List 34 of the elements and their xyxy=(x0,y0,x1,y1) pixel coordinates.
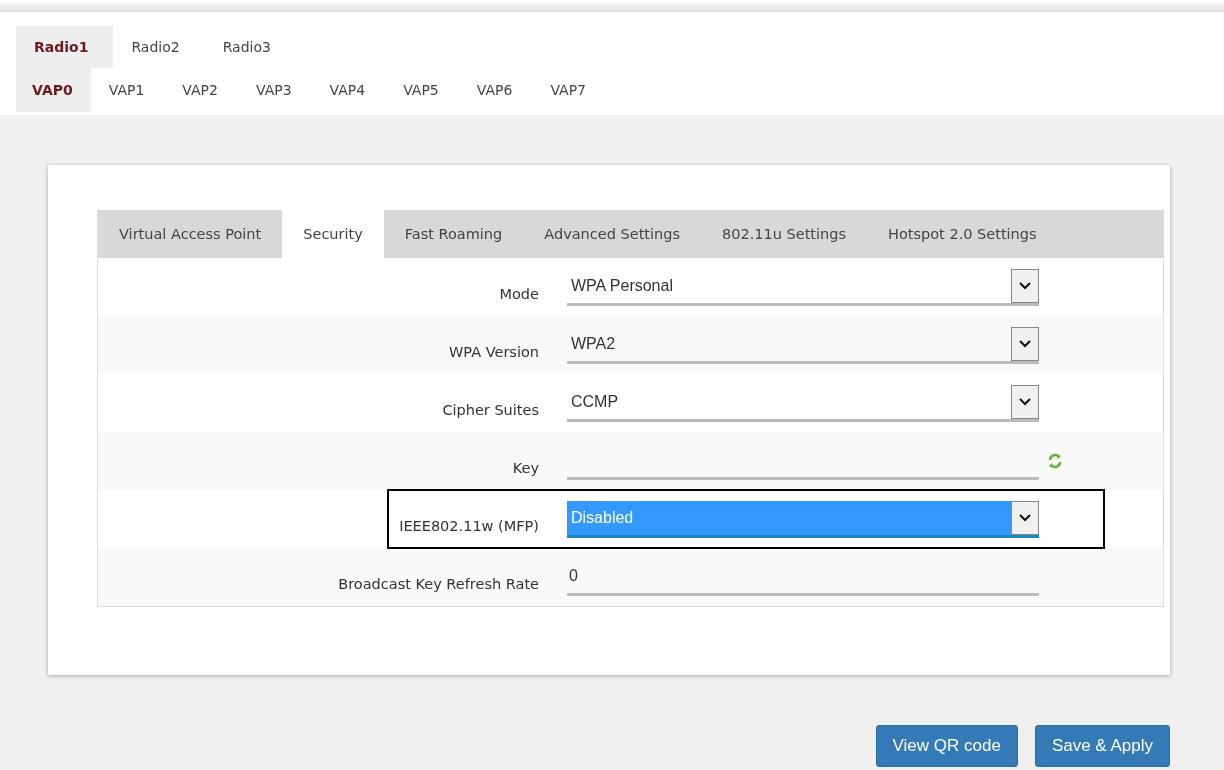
tab[interactable]: VAP1 xyxy=(90,68,165,112)
tab[interactable]: Hotspot 2.0 Settings xyxy=(867,210,1058,258)
dropdown[interactable]: WPA2 xyxy=(567,326,1039,364)
refresh-icon[interactable] xyxy=(1047,452,1063,470)
field-label: WPA Version xyxy=(448,343,540,360)
tab[interactable]: Advanced Settings xyxy=(523,210,701,258)
tab[interactable]: Security xyxy=(282,210,384,258)
tab[interactable]: Radio1 xyxy=(16,26,114,68)
tab[interactable]: Radio2 xyxy=(113,26,205,68)
tab[interactable]: VAP6 xyxy=(458,68,533,112)
field-label: Mode xyxy=(498,285,540,302)
tab[interactable]: VAP5 xyxy=(385,68,459,112)
chevron-down-icon xyxy=(1011,326,1039,361)
field-label: Key xyxy=(511,459,540,476)
action-button[interactable]: View QR code xyxy=(875,725,1018,767)
chevron-down-icon xyxy=(1011,268,1039,303)
dropdown[interactable]: CCMP xyxy=(567,384,1039,422)
tab[interactable]: VAP4 xyxy=(311,68,386,112)
tab[interactable]: VAP3 xyxy=(237,68,312,112)
tab[interactable]: VAP0 xyxy=(16,68,91,112)
chevron-down-icon xyxy=(1011,384,1039,419)
tab[interactable]: Radio3 xyxy=(204,26,296,68)
field-label: Broadcast Key Refresh Rate xyxy=(337,575,540,592)
field-label: Cipher Suites xyxy=(441,401,540,418)
tab[interactable]: VAP2 xyxy=(164,68,238,112)
field-label: IEEE802.11w (MFP) xyxy=(398,517,540,534)
tab[interactable]: VAP7 xyxy=(532,68,606,112)
tab[interactable]: Fast Roaming xyxy=(383,210,524,258)
action-button[interactable]: Save & Apply xyxy=(1034,725,1170,767)
dropdown[interactable]: WPA Personal xyxy=(567,268,1039,306)
tab[interactable]: 802.11u Settings xyxy=(701,210,867,258)
tab[interactable]: Virtual Access Point xyxy=(98,210,283,258)
input-field[interactable]: 0 xyxy=(567,558,1039,596)
chevron-down-icon xyxy=(1011,500,1039,535)
